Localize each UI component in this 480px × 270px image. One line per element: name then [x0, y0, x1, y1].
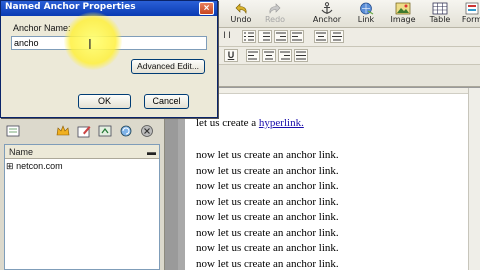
align-left-icon — [248, 51, 258, 60]
crown-icon[interactable] — [56, 124, 70, 138]
justify-icon — [296, 51, 306, 60]
site-list-header-label: Name — [9, 147, 34, 157]
doc-line-anchor: now let us create an anchor link. — [196, 242, 339, 254]
format-toolbar: I I — [218, 28, 480, 47]
site-panel-toolbar — [2, 122, 162, 142]
advanced-edit-button[interactable]: Advanced Edit... — [131, 59, 205, 74]
close-button[interactable]: × — [199, 2, 214, 15]
anchor-icon — [321, 2, 333, 14]
indent-button[interactable] — [290, 30, 304, 43]
align-left-button[interactable] — [246, 49, 260, 62]
doc-line-anchor: now let us create an anchor link. — [196, 149, 339, 161]
link-icon — [360, 2, 374, 15]
bullet-list-button[interactable] — [242, 30, 256, 43]
expand-icon[interactable]: ⊞ — [6, 161, 14, 171]
indent-icon — [292, 32, 302, 41]
bullet-list-icon — [244, 32, 254, 41]
form-button[interactable]: Form — [455, 2, 480, 26]
dialog-titlebar[interactable]: Named Anchor Properties × — [1, 1, 217, 16]
doc-line-text: let us create a — [196, 117, 259, 129]
stop-icon[interactable] — [140, 124, 154, 138]
site-list-header[interactable]: Name ▬ — [5, 145, 159, 159]
hyperlink[interactable]: hyperlink. — [259, 117, 304, 129]
block-button[interactable] — [314, 30, 328, 43]
anchor-button[interactable]: Anchor — [310, 2, 344, 26]
block-icon — [316, 32, 326, 41]
justify-button[interactable] — [294, 49, 308, 62]
doc-line-hyperlink: let us create a hyperlink. — [196, 117, 304, 129]
align-center-button[interactable] — [330, 30, 344, 43]
redo-icon — [269, 3, 281, 14]
align-center-icon — [332, 32, 342, 41]
outdent-button[interactable] — [274, 30, 288, 43]
undo-icon — [235, 3, 247, 14]
dialog-title: Named Anchor Properties — [5, 2, 136, 12]
italic-marks: I I — [223, 30, 231, 40]
undo-button[interactable]: Undo — [224, 2, 258, 26]
edit-site-icon[interactable] — [77, 124, 91, 138]
collapse-icon[interactable]: ▬ — [147, 145, 156, 159]
table-icon — [432, 2, 448, 15]
refresh-icon[interactable] — [119, 124, 133, 138]
editor-tab-strip — [218, 65, 480, 87]
doc-line-anchor: now let us create an anchor link. — [196, 257, 339, 270]
close-icon: × — [203, 3, 210, 14]
doc-line-anchor: now let us create an anchor link. — [196, 180, 339, 192]
numbered-list-button[interactable] — [258, 30, 272, 43]
redo-button[interactable]: Redo — [258, 2, 292, 26]
align-right-icon — [280, 51, 290, 60]
table-button[interactable]: Table — [423, 2, 457, 26]
ruler — [185, 88, 468, 94]
image-icon — [395, 2, 411, 15]
publish-icon[interactable] — [98, 124, 112, 138]
new-site-icon[interactable] — [6, 124, 20, 138]
align-right-button[interactable] — [278, 49, 292, 62]
doc-line-anchor: now let us create an anchor link. — [196, 164, 339, 177]
anchor-name-label: Anchor Name: — [13, 23, 71, 33]
underline-button[interactable]: U — [224, 49, 238, 62]
ok-button[interactable]: OK — [78, 94, 131, 109]
doc-line-anchor: now let us create an anchor link. — [196, 211, 339, 223]
text-cursor-icon: I — [88, 38, 92, 53]
site-list-item[interactable]: ⊞ netcon.com — [6, 161, 63, 172]
site-list-item-label: netcon.com — [16, 161, 63, 171]
align-middle-icon — [264, 51, 274, 60]
doc-line-anchor: now let us create an anchor link. — [196, 226, 339, 239]
image-button[interactable]: Image — [386, 2, 420, 26]
link-button[interactable]: Link — [349, 2, 383, 26]
doc-line-anchor: now let us create an anchor link. — [196, 195, 339, 208]
form-icon — [465, 2, 479, 15]
align-middle-button[interactable] — [262, 49, 276, 62]
numbered-list-icon — [263, 32, 270, 41]
cursor-highlight — [64, 12, 122, 70]
outdent-icon — [276, 32, 286, 41]
style-toolbar: U — [218, 47, 480, 65]
cancel-button[interactable]: Cancel — [144, 94, 189, 109]
vertical-scrollbar[interactable] — [468, 88, 480, 270]
